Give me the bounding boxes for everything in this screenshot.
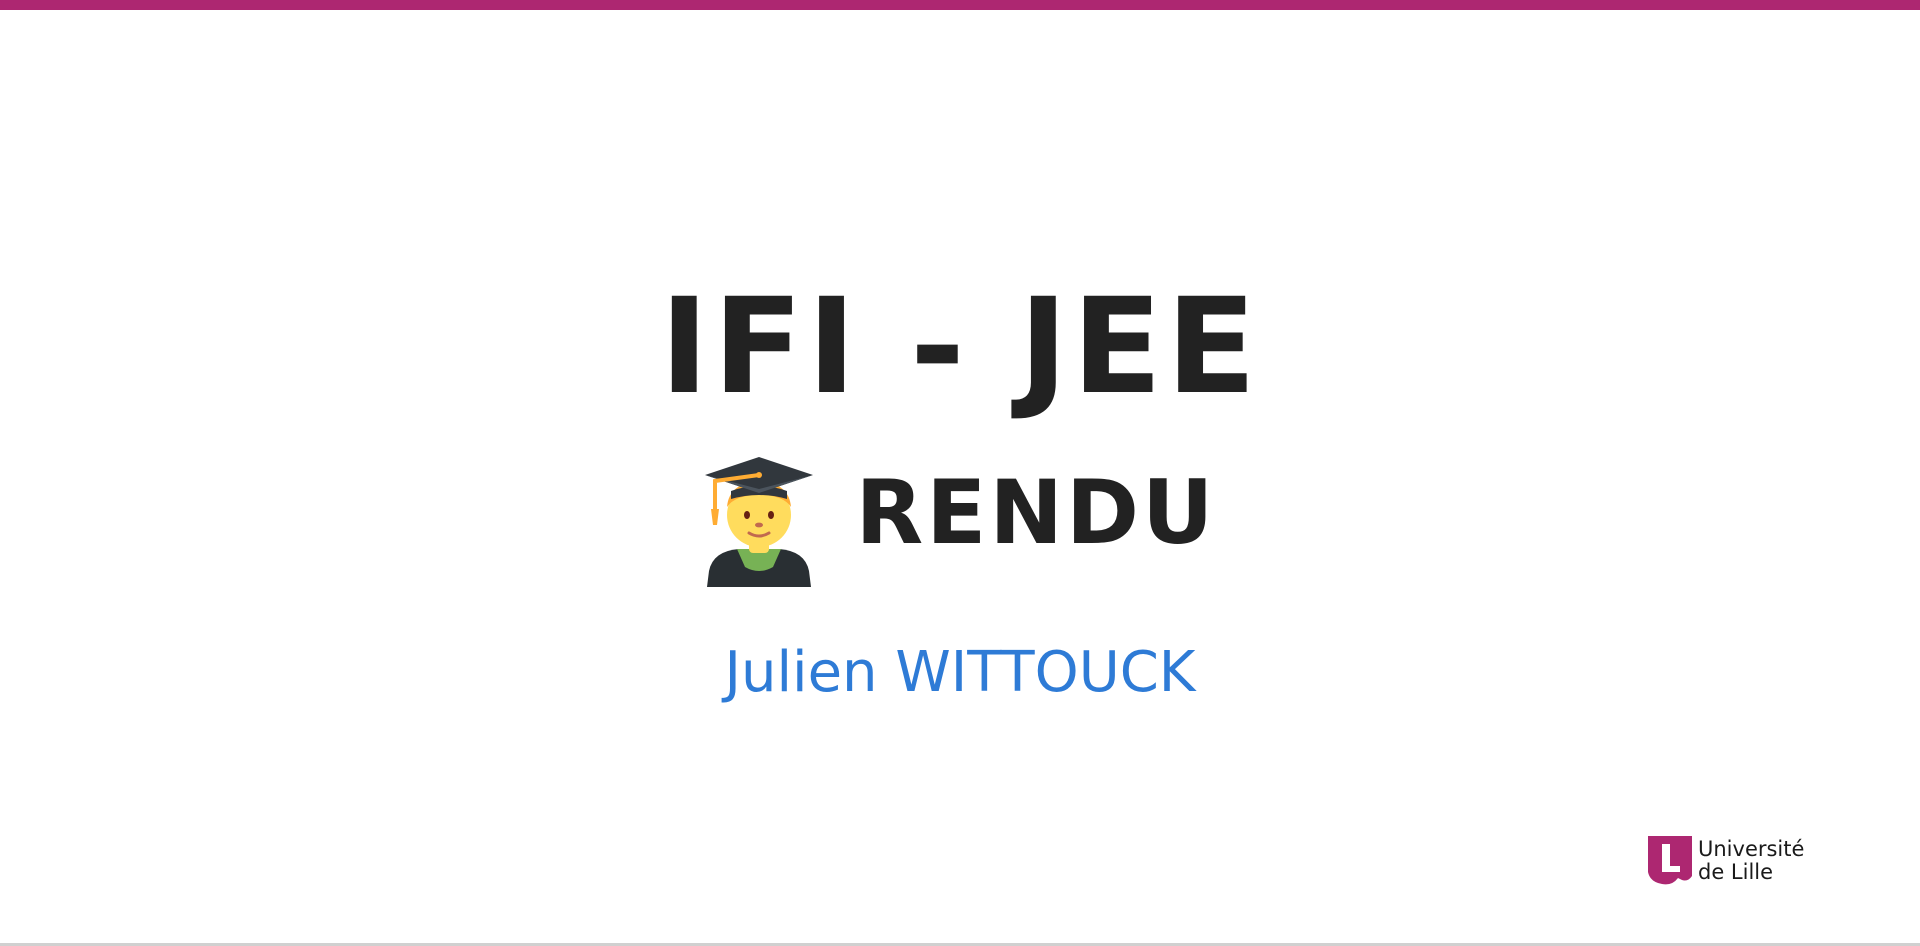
subtitle-row: RENDU — [0, 452, 1920, 588]
slide-title: IFI - JEE — [659, 270, 1261, 424]
logo-text-line1: Université — [1698, 837, 1805, 861]
logo-text-line2: de Lille — [1698, 860, 1774, 884]
author-name: Julien WITTOUCK — [724, 640, 1196, 705]
university-of-lille-logo-icon — [1648, 836, 1692, 885]
logo-text: Université de Lille — [1698, 838, 1804, 884]
university-logo: Université de Lille — [1648, 834, 1804, 888]
student-graduation-cap-icon — [705, 457, 814, 587]
top-accent-bar — [0, 0, 1920, 10]
slide-subtitle: RENDU — [855, 461, 1217, 564]
slide: IFI - JEE RENDU Julien WITTOUCK Universi… — [0, 0, 1920, 946]
